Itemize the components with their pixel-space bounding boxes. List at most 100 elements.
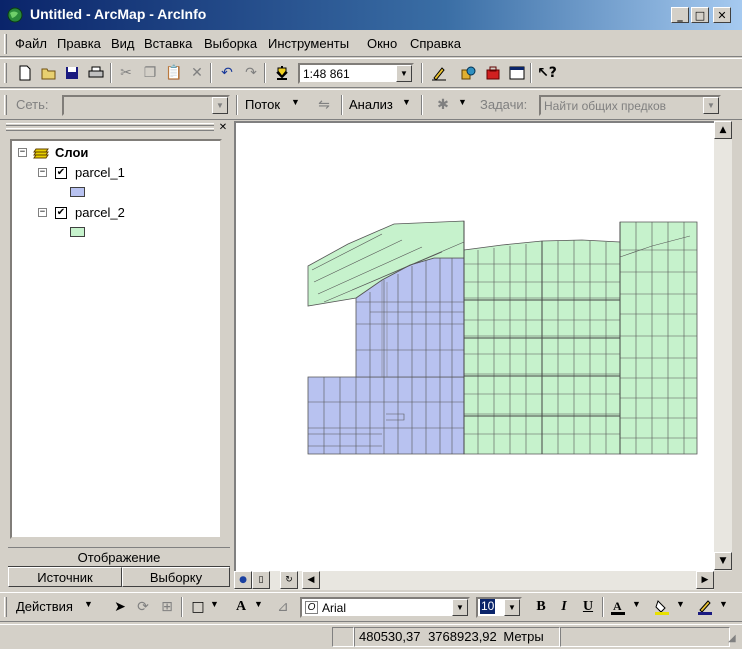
layout-view-button[interactable]: ▯ [252, 571, 270, 589]
zoom-whole-page-button[interactable]: ⊞ [156, 596, 178, 618]
menu-help[interactable]: Справка [410, 36, 461, 51]
save-button[interactable] [61, 62, 83, 84]
open-button[interactable] [38, 62, 60, 84]
layer-visibility-checkbox[interactable]: ✔ [55, 206, 67, 219]
arcmap-globe-icon [7, 7, 23, 23]
toolbar-grip[interactable] [4, 597, 7, 617]
menu-selection[interactable]: Выборка [204, 36, 257, 51]
menu-view[interactable]: Вид [111, 36, 135, 51]
toolbar-grip[interactable] [4, 95, 7, 115]
analysis-menu[interactable]: Анализ [349, 97, 393, 112]
map-view[interactable] [234, 121, 714, 571]
scroll-up-button[interactable]: ▲ [714, 121, 732, 139]
layer-symbol-swatch[interactable] [70, 227, 85, 237]
collapse-icon[interactable]: − [18, 148, 27, 157]
new-document-button[interactable] [14, 62, 36, 84]
draw-toolbar: Действия ▼ ➤ ⟳ ⊞ □ ▼ A ▼ ⊿ O Arial ▼ 10 … [0, 592, 742, 622]
network-combo[interactable]: ▼ [62, 95, 230, 116]
add-flag-button[interactable]: ✱ [432, 94, 454, 116]
menubar-grip[interactable] [4, 34, 7, 54]
add-data-button[interactable] [271, 62, 293, 84]
italic-button[interactable]: I [553, 596, 575, 618]
chevron-down-icon[interactable]: ▼ [396, 65, 412, 82]
text-tool-button[interactable]: A [230, 596, 252, 618]
tab-display[interactable]: Отображение [8, 547, 230, 567]
refresh-view-button[interactable]: ↻ [280, 571, 298, 589]
chevron-down-icon[interactable]: ▼ [212, 97, 228, 114]
data-view-button[interactable]: ● [234, 571, 252, 589]
menu-edit[interactable]: Правка [57, 36, 101, 51]
menu-window[interactable]: Окно [367, 36, 397, 51]
whats-this-button[interactable]: ↖? [536, 62, 558, 84]
layer-symbol-swatch[interactable] [70, 187, 85, 197]
flow-dropdown-arrow-icon[interactable]: ▼ [291, 97, 300, 107]
panel-grip[interactable] [6, 128, 214, 131]
menu-file[interactable]: Файл [15, 36, 47, 51]
layer-row-parcel-2[interactable]: − ✔ parcel_2 [38, 205, 125, 220]
analysis-dropdown-arrow-icon[interactable]: ▼ [402, 97, 411, 107]
arccatalog-button[interactable] [457, 62, 479, 84]
font-name-combo[interactable]: O Arial ▼ [300, 597, 470, 618]
editor-toolbar-button[interactable] [428, 62, 450, 84]
scroll-down-button[interactable]: ▼ [714, 552, 732, 570]
panel-grip[interactable] [6, 123, 214, 126]
network-label: Сеть: [16, 97, 49, 112]
menu-insert[interactable]: Вставка [144, 36, 192, 51]
actions-menu[interactable]: Действия [16, 599, 73, 614]
rectangle-dropdown-arrow-icon[interactable]: ▼ [210, 599, 219, 609]
collapse-icon[interactable]: − [38, 208, 47, 217]
pointer-arrow-icon: ➤ [114, 599, 126, 615]
edit-vertices-button[interactable]: ⊿ [272, 596, 294, 618]
close-toc-button[interactable]: ✕ [217, 122, 229, 134]
flow-menu[interactable]: Поток [245, 97, 280, 112]
actions-dropdown-arrow-icon[interactable]: ▼ [84, 599, 93, 609]
menu-tools[interactable]: Инструменты [268, 36, 349, 51]
select-elements-button[interactable]: ➤ [109, 596, 131, 618]
tab-source[interactable]: Источник [8, 567, 122, 587]
chevron-down-icon[interactable]: ▼ [452, 599, 468, 616]
fill-color-button[interactable] [651, 596, 673, 618]
text-dropdown-arrow-icon[interactable]: ▼ [254, 599, 263, 609]
undo-button[interactable]: ↶ [216, 62, 238, 84]
font-color-button[interactable]: A [607, 596, 629, 618]
layer-visibility-checkbox[interactable]: ✔ [55, 166, 67, 179]
scroll-left-button[interactable]: ◀ [302, 571, 320, 589]
print-button[interactable] [85, 62, 107, 84]
map-scale-combo[interactable]: 1:48 861 ▼ [298, 63, 414, 84]
flow-arrows-button[interactable]: ⇋ [313, 94, 335, 116]
delete-button[interactable]: ✕ [186, 62, 208, 84]
font-size-combo[interactable]: 10 ▼ [476, 597, 522, 618]
line-color-button[interactable] [694, 596, 716, 618]
rotate-button[interactable]: ⟳ [132, 596, 154, 618]
copy-button[interactable]: ❐ [139, 62, 161, 84]
toolbar-grip[interactable] [4, 63, 7, 83]
chevron-down-icon[interactable]: ▼ [703, 97, 719, 114]
maximize-button[interactable]: □ [691, 7, 709, 23]
fill-color-dropdown-arrow-icon[interactable]: ▼ [676, 599, 685, 609]
scroll-right-button[interactable]: ▶ [696, 571, 714, 589]
paste-button[interactable]: 📋 [163, 62, 185, 84]
arctoolbox-button[interactable] [482, 62, 504, 84]
cut-button[interactable]: ✂ [115, 62, 137, 84]
redo-button[interactable]: ↷ [240, 62, 262, 84]
toolbar-separator [110, 63, 112, 83]
underline-button[interactable]: U [577, 596, 599, 618]
tab-selection[interactable]: Выборку [122, 567, 230, 587]
font-color-dropdown-arrow-icon[interactable]: ▼ [632, 599, 641, 609]
resize-grip-icon[interactable]: ◢ [728, 633, 740, 645]
tree-root-row[interactable]: − Слои [18, 145, 88, 160]
layer-row-parcel-1[interactable]: − ✔ parcel_1 [38, 165, 125, 180]
line-color-dropdown-arrow-icon[interactable]: ▼ [719, 599, 728, 609]
vertices-icon: ⊿ [277, 599, 289, 615]
chevron-down-icon[interactable]: ▼ [504, 599, 520, 616]
map-vertical-scrollbar[interactable]: ▲ ▼ [714, 121, 732, 571]
collapse-icon[interactable]: − [38, 168, 47, 177]
command-line-button[interactable] [506, 62, 528, 84]
command-window-icon [509, 66, 525, 80]
close-button[interactable]: ✕ [713, 7, 731, 23]
bold-button[interactable]: B [530, 596, 552, 618]
flag-dropdown-arrow-icon[interactable]: ▼ [458, 97, 467, 107]
minimize-button[interactable]: _ [671, 7, 689, 23]
tasks-combo[interactable]: Найти общих предков ▼ [539, 95, 721, 116]
rectangle-tool-button[interactable]: □ [187, 596, 209, 618]
